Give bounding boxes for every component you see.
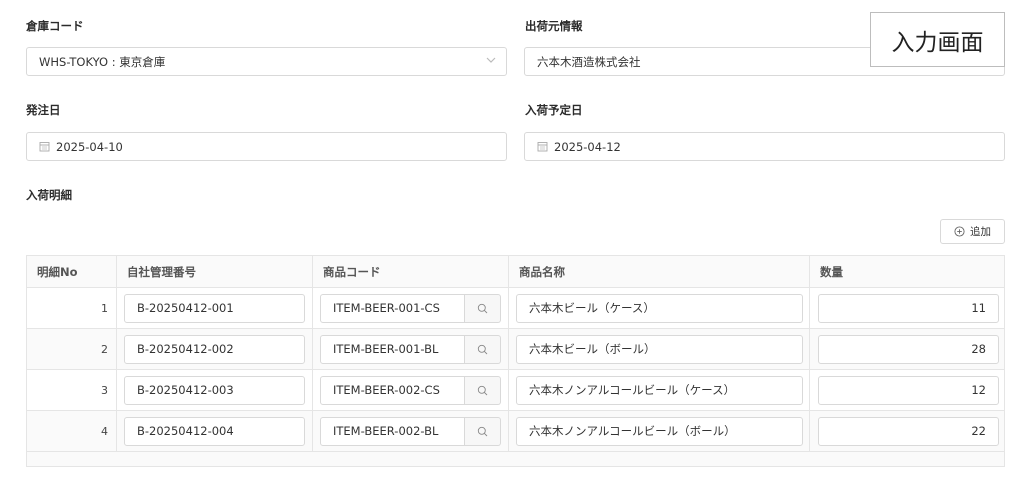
item-code-input[interactable]: ITEM-BEER-002-CS <box>320 375 465 405</box>
item-name-input[interactable]: 六本木ノンアルコールビール（ケース） <box>516 375 803 405</box>
shipper-info-value: 六本木酒造株式会社 <box>537 54 641 69</box>
plus-circle-icon <box>954 226 965 237</box>
order-date-picker[interactable]: 2025-04-10 <box>26 132 507 161</box>
line-no: 3 <box>101 383 108 397</box>
chevron-down-icon <box>486 57 496 63</box>
arrival-date-picker[interactable]: 2025-04-12 <box>524 132 1005 161</box>
add-row-label: 追加 <box>970 226 991 238</box>
mgmt-no-input[interactable]: B-20250412-004 <box>124 416 305 446</box>
input-screen-badge: 入力画面 <box>870 12 1005 67</box>
item-code-input[interactable]: ITEM-BEER-002-BL <box>320 416 465 446</box>
shipper-info-label: 出荷元情報 <box>525 19 583 33</box>
table-footer-row <box>27 452 1004 467</box>
item-code-input[interactable]: ITEM-BEER-001-BL <box>320 334 465 364</box>
quantity-input[interactable]: 11 <box>818 293 999 323</box>
column-header-line-no: 明細No <box>27 256 117 287</box>
table-row: 2 B-20250412-002 ITEM-BEER-001-BL 六本木ビール… <box>27 329 1004 370</box>
search-icon <box>477 344 488 354</box>
arrival-date-value: 2025-04-12 <box>554 139 621 154</box>
column-header-quantity: 数量 <box>820 264 843 279</box>
item-name-input[interactable]: 六本木ビール（ケース） <box>516 293 803 323</box>
quantity-input[interactable]: 22 <box>818 416 999 446</box>
mgmt-no-input[interactable]: B-20250412-003 <box>124 375 305 405</box>
calendar-icon <box>39 142 50 152</box>
table-row: 3 B-20250412-003 ITEM-BEER-002-CS 六本木ノンア… <box>27 370 1004 411</box>
mgmt-no-input[interactable]: B-20250412-001 <box>124 293 305 323</box>
line-no: 1 <box>101 301 108 315</box>
warehouse-code-select[interactable]: WHS-TOKYO : 東京倉庫 <box>26 47 507 76</box>
warehouse-code-value: WHS-TOKYO : 東京倉庫 <box>39 54 166 69</box>
table-header: 明細No 自社管理番号 商品コード 商品名称 数量 <box>27 255 1004 288</box>
details-table: 明細No 自社管理番号 商品コード 商品名称 数量 1 B-20250412-0… <box>26 255 1005 467</box>
table-row: 1 B-20250412-001 ITEM-BEER-001-CS 六本木ビール… <box>27 288 1004 329</box>
quantity-input[interactable]: 12 <box>818 375 999 405</box>
add-row-button[interactable]: 追加 <box>940 219 1005 244</box>
item-name-input[interactable]: 六本木ビール（ボール） <box>516 334 803 364</box>
search-icon <box>477 303 488 313</box>
search-icon <box>477 385 488 395</box>
column-header-item-code: 商品コード <box>313 256 509 287</box>
mgmt-no-input[interactable]: B-20250412-002 <box>124 334 305 364</box>
item-search-button[interactable] <box>465 375 501 405</box>
column-header-mgmt-no: 自社管理番号 <box>117 256 313 287</box>
line-no: 2 <box>101 342 108 356</box>
line-no: 4 <box>101 424 108 438</box>
item-search-button[interactable] <box>465 293 501 323</box>
calendar-icon <box>537 142 548 152</box>
item-search-button[interactable] <box>465 334 501 364</box>
warehouse-code-label: 倉庫コード <box>26 19 84 33</box>
table-row: 4 B-20250412-004 ITEM-BEER-002-BL 六本木ノンア… <box>27 411 1004 452</box>
details-section-title: 入荷明細 <box>26 188 72 202</box>
order-date-value: 2025-04-10 <box>56 139 123 154</box>
order-date-label: 発注日 <box>26 103 61 117</box>
item-name-input[interactable]: 六本木ノンアルコールビール（ボール） <box>516 416 803 446</box>
arrival-date-label: 入荷予定日 <box>525 103 583 117</box>
search-icon <box>477 426 488 436</box>
quantity-input[interactable]: 28 <box>818 334 999 364</box>
item-code-input[interactable]: ITEM-BEER-001-CS <box>320 293 465 323</box>
column-header-item-name: 商品名称 <box>509 256 810 287</box>
item-search-button[interactable] <box>465 416 501 446</box>
